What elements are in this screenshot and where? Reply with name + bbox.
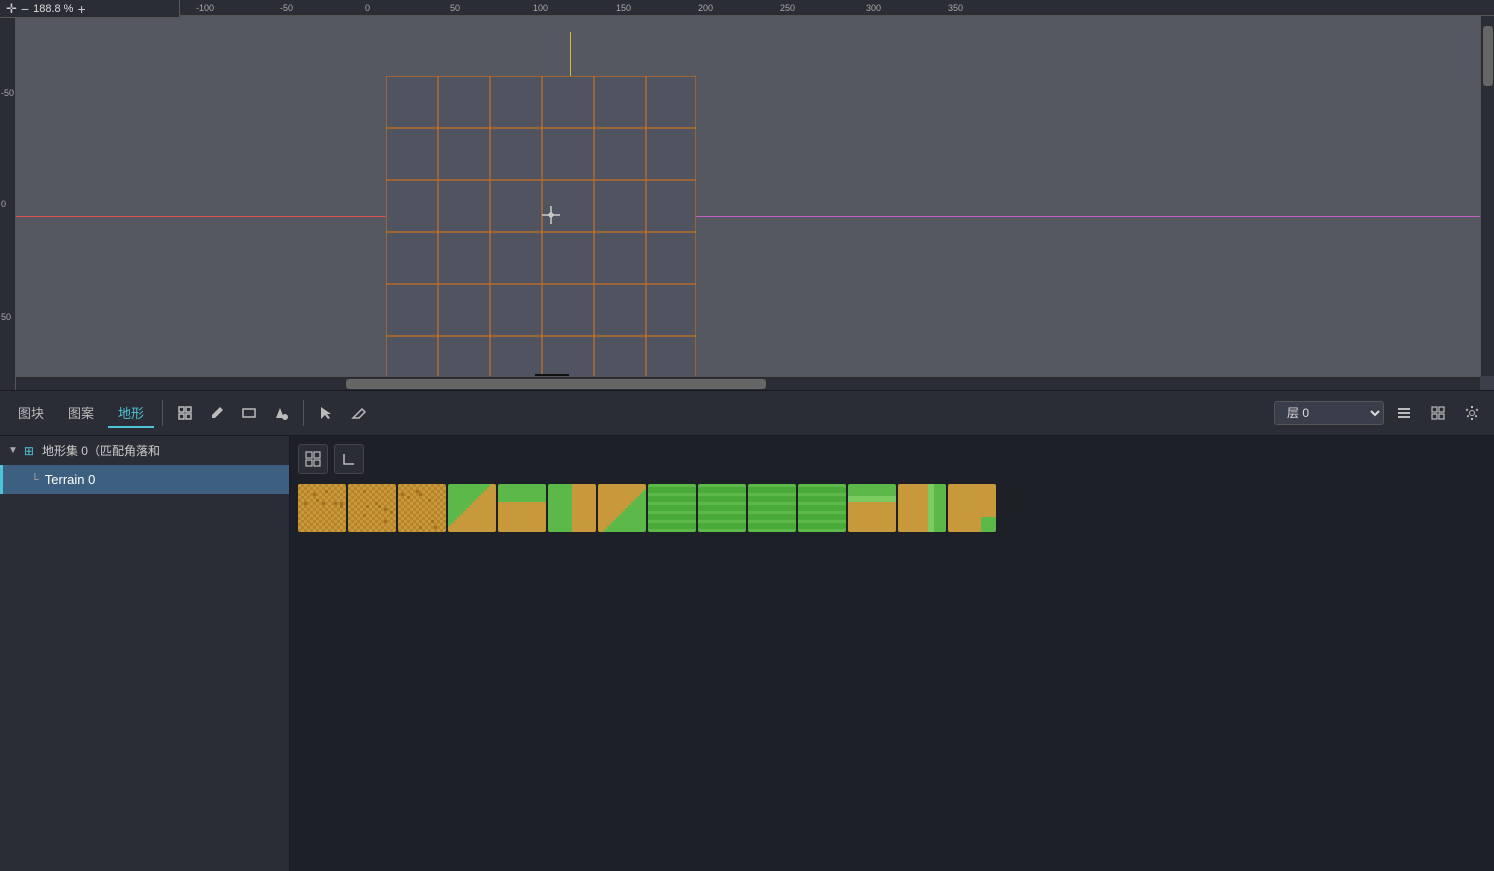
tile-item[interactable] xyxy=(848,484,896,532)
tile-canvas xyxy=(948,484,996,532)
ruler-label: -100 xyxy=(196,3,214,13)
scrollbar-v-thumb[interactable] xyxy=(1483,26,1493,86)
ruler-label: 350 xyxy=(948,3,963,13)
layer-selector: 层 0 层 1 层 2 xyxy=(1274,399,1486,427)
scrollbar-h-thumb[interactable] xyxy=(346,379,766,389)
ruler-label: -50 xyxy=(280,3,293,13)
zoom-bar: ✛ − 188.8 % + xyxy=(0,0,180,18)
terrain-palette[interactable] xyxy=(290,436,1494,871)
tile-item[interactable] xyxy=(348,484,396,532)
tiles-row xyxy=(298,484,1486,532)
ruler-label: 0 xyxy=(365,3,370,13)
terrain-corner-tool[interactable] xyxy=(334,444,364,474)
terrain-grid-tool[interactable] xyxy=(298,444,328,474)
ruler-top: -200 -150 -100 -50 0 50 100 150 200 250 … xyxy=(0,0,1494,16)
tile-item[interactable] xyxy=(398,484,446,532)
tile-canvas xyxy=(498,484,546,532)
ruler-label: 150 xyxy=(616,3,631,13)
tile-item[interactable] xyxy=(948,484,996,532)
zoom-value: 188.8 % xyxy=(33,3,73,15)
terrain-sidebar: ▼ ⊞ 地形集 0（匹配角落和 └ Terrain 0 xyxy=(0,436,290,871)
horizontal-scrollbar[interactable] xyxy=(16,376,1480,390)
tile-item[interactable] xyxy=(298,484,346,532)
tile-item[interactable] xyxy=(448,484,496,532)
tile-canvas xyxy=(648,484,696,532)
bottom-panel: ▼ ⊞ 地形集 0（匹配角落和 └ Terrain 0 xyxy=(0,436,1494,871)
tile-canvas xyxy=(898,484,946,532)
ruler-left: -50 0 50 xyxy=(0,16,16,390)
tab-tiles[interactable]: 图块 xyxy=(8,399,54,428)
ruler-label-v: 50 xyxy=(1,312,11,322)
tile-item[interactable] xyxy=(698,484,746,532)
stamp-tool-button[interactable] xyxy=(171,399,199,427)
layer-grid-button[interactable] xyxy=(1424,399,1452,427)
tile-item[interactable] xyxy=(548,484,596,532)
zoom-in-button[interactable]: + xyxy=(77,2,85,16)
expand-icon: ▼ xyxy=(8,445,18,456)
tile-canvas xyxy=(398,484,446,532)
tile-canvas xyxy=(298,484,346,532)
terrain-set-label: 地形集 0（匹配角落和 xyxy=(42,442,160,459)
ruler-label: 250 xyxy=(780,3,795,13)
ruler-label: 100 xyxy=(533,3,548,13)
terrain-tools-row xyxy=(298,444,1486,474)
canvas-area[interactable]: ✛ − 188.8 % + -200 -150 -100 -50 0 50 10… xyxy=(0,0,1494,390)
layer-list-button[interactable] xyxy=(1390,399,1418,427)
terrain-set-item[interactable]: ▼ ⊞ 地形集 0（匹配角落和 xyxy=(0,436,289,465)
ruler-label: 50 xyxy=(450,3,460,13)
rect-tool-button[interactable] xyxy=(235,399,263,427)
tile-item[interactable] xyxy=(898,484,946,532)
tile-canvas xyxy=(448,484,496,532)
erase-tool-button[interactable] xyxy=(344,399,372,427)
origin-hline-right xyxy=(571,216,1480,217)
layer-dropdown[interactable]: 层 0 层 1 层 2 xyxy=(1274,401,1384,425)
terrain-tree-indent: └ xyxy=(31,474,39,486)
terrain-item-label: Terrain 0 xyxy=(45,472,96,487)
tile-item[interactable] xyxy=(598,484,646,532)
vertical-scrollbar[interactable] xyxy=(1480,16,1494,376)
terrain-item[interactable]: └ Terrain 0 xyxy=(0,465,289,494)
select-tool-button[interactable] xyxy=(312,399,340,427)
map-content[interactable] xyxy=(16,16,1480,376)
pencil-tool-button[interactable] xyxy=(203,399,231,427)
tile-canvas xyxy=(548,484,596,532)
crosshair-icon: ✛ xyxy=(6,1,17,17)
fill-tool-button[interactable] xyxy=(267,399,295,427)
tile-grid[interactable] xyxy=(386,76,696,376)
tile-item[interactable] xyxy=(798,484,846,532)
toolbar-separator xyxy=(162,400,163,426)
tile-item[interactable] xyxy=(648,484,696,532)
tab-terrain[interactable]: 地形 xyxy=(108,399,154,428)
tile-canvas xyxy=(698,484,746,532)
ruler-label: 300 xyxy=(866,3,881,13)
ruler-label-v: 0 xyxy=(1,199,6,209)
zoom-out-button[interactable]: − xyxy=(21,2,29,16)
tile-canvas xyxy=(348,484,396,532)
ruler-label: 200 xyxy=(698,3,713,13)
tile-item[interactable] xyxy=(498,484,546,532)
tile-canvas xyxy=(798,484,846,532)
layer-settings-button[interactable] xyxy=(1458,399,1486,427)
toolbar-separator-2 xyxy=(303,400,304,426)
tile-canvas xyxy=(848,484,896,532)
tile-canvas xyxy=(598,484,646,532)
tab-patterns[interactable]: 图案 xyxy=(58,399,104,428)
terrain-set-grid-icon: ⊞ xyxy=(24,444,34,458)
tile-item[interactable] xyxy=(748,484,796,532)
toolbar: 图块 图案 地形 xyxy=(0,390,1494,436)
tile-canvas xyxy=(748,484,796,532)
ruler-label-v: -50 xyxy=(1,88,14,98)
